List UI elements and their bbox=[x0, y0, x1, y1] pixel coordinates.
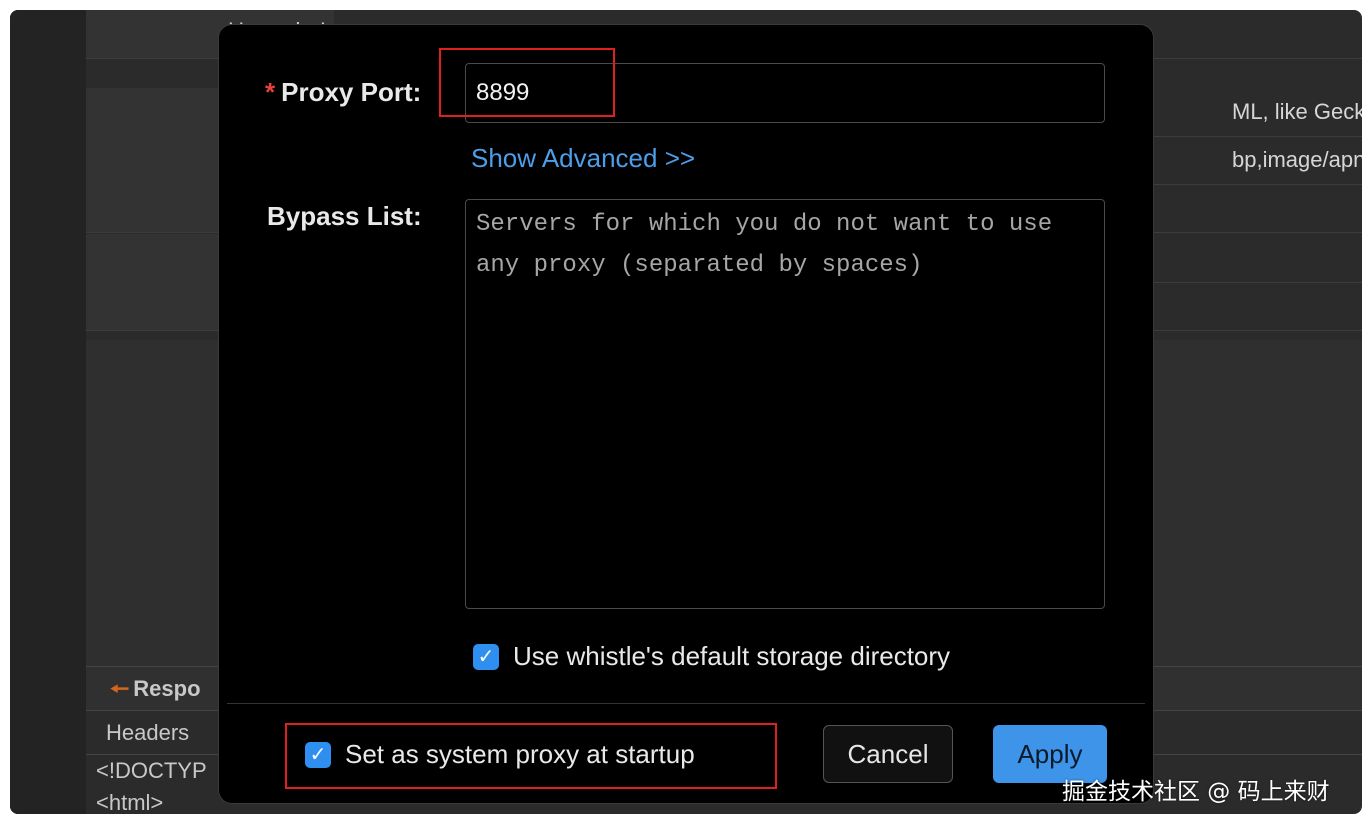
startup-checkbox[interactable]: ✓ bbox=[305, 741, 331, 768]
startup-proxy-option[interactable]: ✓ Set as system proxy at startup bbox=[305, 739, 695, 770]
proxy-settings-dialog: * Proxy Port: 8899 Show Advanced >> Bypas… bbox=[218, 24, 1154, 804]
tab-headers-label: Headers bbox=[106, 720, 190, 745]
startup-checkbox-label: Set as system proxy at startup bbox=[345, 739, 695, 769]
bypass-list-input[interactable] bbox=[465, 199, 1105, 609]
header-value bbox=[1232, 184, 1362, 232]
watermark: 掘金技术社区 @ 码上来财 bbox=[1062, 779, 1330, 805]
proxy-port-label-text: Proxy Port: bbox=[281, 77, 422, 107]
cancel-button[interactable]: Cancel bbox=[823, 725, 953, 783]
header-value bbox=[1232, 234, 1362, 282]
left-panel bbox=[10, 10, 86, 814]
header-value: bp,image/apng,*/*;q bbox=[1232, 147, 1362, 172]
checkmark-icon: ✓ bbox=[477, 646, 495, 668]
footer-divider bbox=[227, 703, 1145, 704]
bypass-list-label: Bypass List: bbox=[267, 201, 422, 231]
proxy-port-label: * Proxy Port: bbox=[265, 77, 421, 108]
header-value bbox=[1232, 282, 1362, 330]
arrow-left-icon: 🠔 bbox=[110, 676, 130, 701]
storage-directory-option[interactable]: ✓ Use whistle's default storage director… bbox=[473, 641, 950, 672]
show-advanced-link[interactable]: Show Advanced >> bbox=[471, 143, 695, 174]
header-value: ML, like Gecko) Chr bbox=[1232, 99, 1362, 124]
header-value bbox=[1232, 10, 1362, 58]
checkmark-icon: ✓ bbox=[309, 744, 327, 766]
storage-checkbox-label: Use whistle's default storage directory bbox=[513, 641, 951, 671]
required-mark: * bbox=[265, 77, 276, 107]
proxy-port-input[interactable]: 8899 bbox=[465, 63, 1105, 123]
storage-checkbox[interactable]: ✓ bbox=[473, 643, 499, 670]
response-label: Respo bbox=[133, 676, 201, 701]
